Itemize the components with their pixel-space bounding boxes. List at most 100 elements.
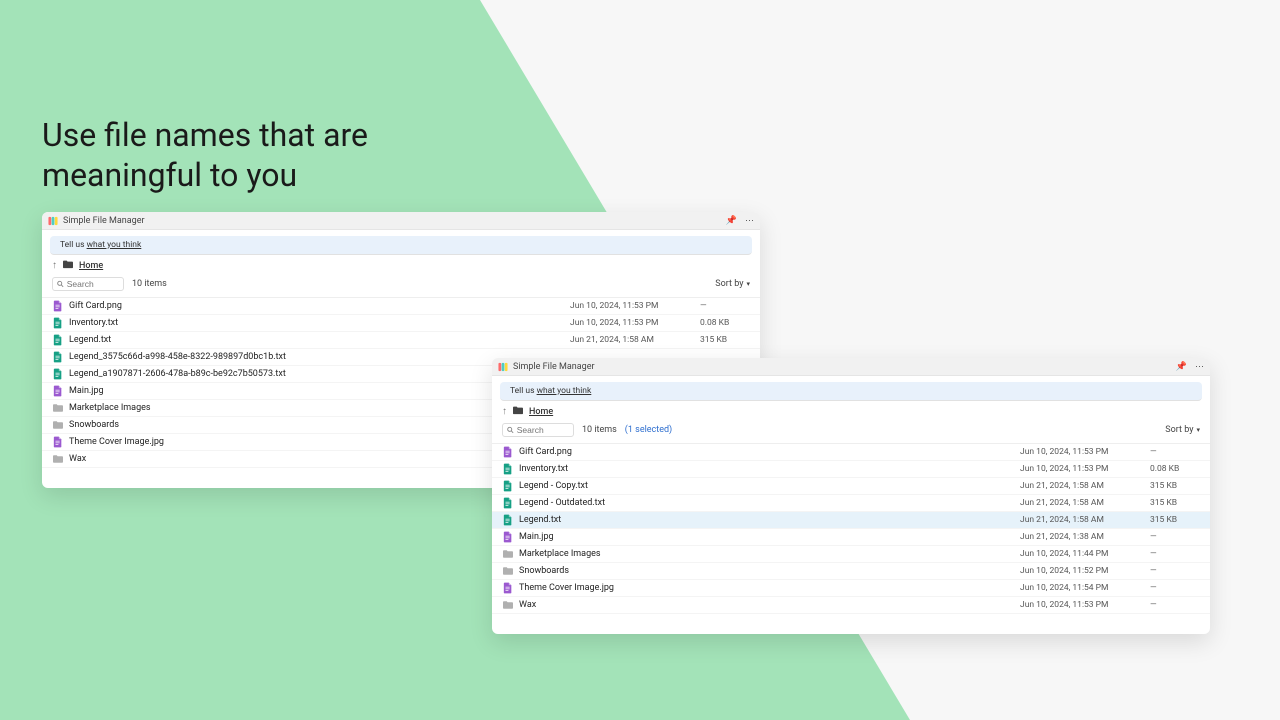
file-date: Jun 21, 2024, 1:58 AM [570, 335, 700, 345]
file-size: 315 KB [700, 335, 750, 345]
file-row[interactable]: Inventory.txtJun 10, 2024, 11:53 PM0.08 … [42, 315, 760, 332]
image-file-icon [52, 301, 63, 312]
file-row[interactable]: Main.jpgJun 21, 2024, 1:38 AM— [492, 529, 1210, 546]
file-name: Marketplace Images [519, 549, 1020, 559]
item-count: 10 items [132, 279, 167, 289]
file-size: 315 KB [1150, 481, 1200, 491]
file-size: — [1150, 532, 1200, 542]
folder-icon [502, 600, 513, 611]
breadcrumb-bar: ↑ Home [42, 255, 760, 274]
file-size: — [1150, 583, 1200, 593]
chevron-down-icon: ▾ [1196, 426, 1200, 434]
file-size: 315 KB [1150, 498, 1200, 508]
file-row[interactable]: WaxJun 10, 2024, 11:53 PM— [492, 597, 1210, 614]
app-title: Simple File Manager [63, 216, 726, 226]
more-icon[interactable]: ⋯ [745, 216, 754, 226]
text-file-icon [502, 481, 513, 492]
info-banner: Tell us what you think [500, 382, 1202, 401]
file-name: Legend.txt [69, 335, 570, 345]
chevron-down-icon: ▾ [746, 280, 750, 288]
folder-icon [63, 259, 73, 272]
folder-icon [52, 403, 63, 414]
file-date: Jun 10, 2024, 11:53 PM [1020, 447, 1150, 457]
file-row[interactable]: Legend - Copy.txtJun 21, 2024, 1:58 AM31… [492, 478, 1210, 495]
image-file-icon [502, 447, 513, 458]
image-file-icon [52, 386, 63, 397]
file-size: — [1150, 566, 1200, 576]
text-file-icon [52, 369, 63, 380]
breadcrumb-home[interactable]: Home [79, 261, 103, 271]
file-name: Legend - Outdated.txt [519, 498, 1020, 508]
breadcrumb-home[interactable]: Home [529, 407, 553, 417]
text-file-icon [502, 515, 513, 526]
up-icon[interactable]: ↑ [502, 406, 507, 417]
file-name: Inventory.txt [69, 318, 570, 328]
file-name: Theme Cover Image.jpg [519, 583, 1020, 593]
file-row[interactable]: Gift Card.pngJun 10, 2024, 11:53 PM— [42, 298, 760, 315]
file-name: Legend.txt [519, 515, 1020, 525]
search-input-wrap[interactable] [502, 423, 574, 437]
pin-icon[interactable]: 📌 [1176, 362, 1187, 372]
file-row[interactable]: Marketplace ImagesJun 10, 2024, 11:44 PM… [492, 546, 1210, 563]
file-name: Main.jpg [519, 532, 1020, 542]
file-manager-window-after: Simple File Manager 📌 ⋯ Tell us what you… [492, 358, 1210, 634]
file-row[interactable]: Legend.txtJun 21, 2024, 1:58 AM315 KB [42, 332, 760, 349]
file-date: Jun 21, 2024, 1:38 AM [1020, 532, 1150, 542]
file-name: Wax [519, 600, 1020, 610]
file-name: Inventory.txt [519, 464, 1020, 474]
up-icon[interactable]: ↑ [52, 260, 57, 271]
folder-icon [502, 566, 513, 577]
search-input-wrap[interactable] [52, 277, 124, 291]
file-date: Jun 21, 2024, 1:58 AM [1020, 515, 1150, 525]
folder-icon [513, 405, 523, 418]
file-date: Jun 10, 2024, 11:53 PM [1020, 464, 1150, 474]
folder-icon [52, 420, 63, 431]
app-icon [48, 216, 58, 226]
file-row[interactable]: Gift Card.pngJun 10, 2024, 11:53 PM— [492, 444, 1210, 461]
file-size: — [1150, 549, 1200, 559]
file-date: Jun 10, 2024, 11:53 PM [570, 318, 700, 328]
image-file-icon [52, 437, 63, 448]
file-size: — [700, 301, 750, 311]
search-input[interactable] [517, 425, 569, 435]
pin-icon[interactable]: 📌 [726, 216, 737, 226]
file-name: Legend - Copy.txt [519, 481, 1020, 491]
feedback-link[interactable]: what you think [87, 240, 142, 250]
titlebar: Simple File Manager 📌 ⋯ [42, 212, 760, 230]
file-size: — [1150, 447, 1200, 457]
more-icon[interactable]: ⋯ [1195, 362, 1204, 372]
controls-bar: 10 items Sort by▾ [42, 274, 760, 298]
app-title: Simple File Manager [513, 362, 1176, 372]
info-banner-prefix: Tell us [60, 240, 87, 250]
file-date: Jun 10, 2024, 11:54 PM [1020, 583, 1150, 593]
file-row[interactable]: Theme Cover Image.jpgJun 10, 2024, 11:54… [492, 580, 1210, 597]
text-file-icon [502, 498, 513, 509]
file-list: Gift Card.pngJun 10, 2024, 11:53 PM—Inve… [492, 444, 1210, 614]
file-size: 0.08 KB [1150, 464, 1200, 474]
file-name: Gift Card.png [69, 301, 570, 311]
file-size: 315 KB [1150, 515, 1200, 525]
file-row[interactable]: Legend.txtJun 21, 2024, 1:58 AM315 KB [492, 512, 1210, 529]
text-file-icon [502, 464, 513, 475]
folder-icon [52, 454, 63, 465]
feedback-link[interactable]: what you think [537, 386, 592, 396]
item-count: 10 items [582, 425, 617, 435]
image-file-icon [502, 532, 513, 543]
file-size: — [1150, 600, 1200, 610]
folder-icon [502, 549, 513, 560]
file-date: Jun 10, 2024, 11:52 PM [1020, 566, 1150, 576]
file-date: Jun 10, 2024, 11:53 PM [1020, 600, 1150, 610]
info-banner-prefix: Tell us [510, 386, 537, 396]
image-file-icon [502, 583, 513, 594]
file-date: Jun 21, 2024, 1:58 AM [1020, 481, 1150, 491]
controls-bar: 10 items (1 selected) Sort by▾ [492, 420, 1210, 444]
file-row[interactable]: Inventory.txtJun 10, 2024, 11:53 PM0.08 … [492, 461, 1210, 478]
search-input[interactable] [67, 279, 119, 289]
sort-by-button[interactable]: Sort by▾ [1165, 425, 1200, 435]
search-icon [507, 426, 514, 434]
file-row[interactable]: SnowboardsJun 10, 2024, 11:52 PM— [492, 563, 1210, 580]
sort-by-button[interactable]: Sort by▾ [715, 279, 750, 289]
breadcrumb-bar: ↑ Home [492, 401, 1210, 420]
text-file-icon [52, 318, 63, 329]
file-row[interactable]: Legend - Outdated.txtJun 21, 2024, 1:58 … [492, 495, 1210, 512]
